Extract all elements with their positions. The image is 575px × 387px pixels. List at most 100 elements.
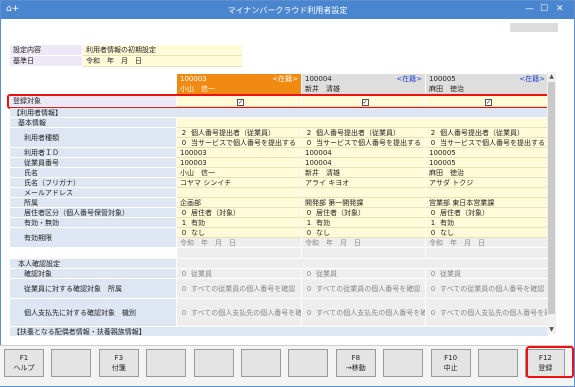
dept-cell[interactable]: 開発部 第一開発課 xyxy=(302,198,425,208)
function-key-7[interactable] xyxy=(288,349,329,377)
user-type-submit-cell[interactable]: 0 当サービスで個人番号を提出する xyxy=(426,138,548,148)
valid-period-date-cell[interactable]: 令和 年 月 日 xyxy=(177,238,301,248)
code: 0 xyxy=(306,270,312,278)
confirm-dept-cell[interactable]: 0 すべての従業員の個人番号を確認 xyxy=(302,279,425,299)
highlight-frame xyxy=(7,94,551,109)
user-id-cell[interactable]: 100003 xyxy=(177,148,301,158)
function-key-1[interactable]: F1 ヘルプ xyxy=(4,349,44,377)
status-link[interactable]: <在籍> xyxy=(396,74,422,84)
code: 0 xyxy=(181,285,187,293)
valid-cell[interactable]: 1 有効 xyxy=(426,218,548,228)
scroll-thumb[interactable] xyxy=(548,82,555,314)
name-kana-cell[interactable]: アサダ トクジ xyxy=(426,178,548,188)
vertical-scrollbar[interactable]: ▲ ▼ xyxy=(547,72,556,334)
confirm-dept-cell[interactable]: 0 すべての従業員の個人番号を確認 xyxy=(426,279,548,299)
code-text: 居住者（対象） xyxy=(316,209,365,217)
valid-period-flag-cell[interactable]: 0 なし xyxy=(177,228,301,238)
function-key-5[interactable] xyxy=(193,349,234,377)
code-text: すべての従業員の個人番号を確認 xyxy=(316,285,421,293)
blank-cell[interactable] xyxy=(302,248,425,259)
user-type-cell[interactable]: 2 個人番号提出者（従業員） xyxy=(302,128,425,138)
confirm-individual-cell[interactable]: 0 すべての個人支払先の個人番号を確 xyxy=(426,299,548,327)
valid-period-label: 有効期限 xyxy=(10,228,176,248)
status-link[interactable]: <在籍> xyxy=(272,74,298,84)
column-header-1[interactable]: 100003 <在籍> xyxy=(177,74,301,84)
residence-cell[interactable]: 0 居住者（対象） xyxy=(177,208,301,218)
confirm-target-cell[interactable]: 0 従業員 xyxy=(426,269,548,279)
confirm-individual-cell[interactable]: 0 すべての個人支払先の個人番号を確 xyxy=(177,299,301,327)
status-link[interactable]: <在籍> xyxy=(519,74,545,84)
code-text: 当サービスで個人番号を提出する xyxy=(191,139,296,147)
confirm-target-label: 確認対象 xyxy=(10,269,176,279)
function-key-2[interactable] xyxy=(51,349,92,377)
user-type-label: 利用者種類 xyxy=(10,128,176,148)
minimize-button[interactable]: — xyxy=(525,4,534,14)
column-header-3[interactable]: 100005 <在籍> xyxy=(426,74,548,84)
valid-period-date-cell[interactable]: 令和 年 月 日 xyxy=(426,238,548,248)
key-name: F8 xyxy=(351,354,361,362)
function-key-8[interactable]: F8 →移動 xyxy=(335,349,376,377)
confirm-target-cell[interactable]: 0 従業員 xyxy=(302,269,425,279)
confirm-dept-cell[interactable]: 0 すべての従業員の個人番号を確認 xyxy=(177,279,301,299)
email-cell[interactable] xyxy=(302,188,425,198)
user-id-cell[interactable]: 100004 xyxy=(302,148,425,158)
email-cell[interactable] xyxy=(426,188,548,198)
code-text: すべての個人支払先の個人番号を確 xyxy=(191,309,301,317)
employee-no-cell[interactable]: 100004 xyxy=(302,158,425,168)
valid-cell[interactable]: 1 有効 xyxy=(177,218,301,228)
code-text: 個人番号提出者（従業員） xyxy=(440,129,524,137)
app-window: ⌂+ マイナンバークラウド利用者設定 — ☐ ✕ 設定内容 利用者情報の初期設定… xyxy=(0,0,575,387)
blank-cell[interactable] xyxy=(426,248,548,259)
residence-cell[interactable]: 0 居住者（対象） xyxy=(302,208,425,218)
base-date-field[interactable]: 令和 年 月 日 xyxy=(83,56,242,67)
code-text: 有効 xyxy=(191,219,205,227)
confirm-individual-cell[interactable]: 0 すべての個人支払先の個人番号を確 xyxy=(302,299,425,327)
settings-value: 利用者情報の初期設定 xyxy=(83,45,242,56)
valid-cell[interactable]: 1 有効 xyxy=(302,218,425,228)
close-button[interactable]: ✕ xyxy=(556,4,564,14)
code-text: なし xyxy=(440,229,454,237)
user-type-cell[interactable]: 2 個人番号提出者（従業員） xyxy=(426,128,548,138)
user-id-cell[interactable]: 100005 xyxy=(426,148,548,158)
user-type-submit-cell[interactable]: 0 当サービスで個人番号を提出する xyxy=(177,138,301,148)
function-key-9[interactable] xyxy=(383,349,424,377)
blank-cell[interactable] xyxy=(177,248,301,259)
employee-no-cell[interactable]: 100003 xyxy=(177,158,301,168)
maximize-button[interactable]: ☐ xyxy=(540,4,548,14)
code-text: 当サービスで個人番号を提出する xyxy=(316,139,421,147)
valid-period-date-cell[interactable]: 令和 年 月 日 xyxy=(302,238,425,248)
email-cell[interactable] xyxy=(177,188,301,198)
name-cell[interactable]: 麻田 徳治 xyxy=(426,168,548,178)
user-id-label: 利用者ＩＤ xyxy=(10,148,176,158)
column-header-2[interactable]: 100004 <在籍> xyxy=(302,74,425,84)
employee-no-cell[interactable]: 100005 xyxy=(426,158,548,168)
name-cell[interactable]: 新井 清雄 xyxy=(302,168,425,178)
scroll-down-icon[interactable]: ▼ xyxy=(547,326,556,333)
confirm-target-cell[interactable]: 0 従業員 xyxy=(177,269,301,279)
dept-cell[interactable]: 営業部 東日本営業課 xyxy=(426,198,548,208)
identity-label: 本人確認設定 xyxy=(10,259,176,269)
valid-period-flag-cell[interactable]: 0 なし xyxy=(426,228,548,238)
name-label: 氏名 xyxy=(10,168,176,178)
residence-cell[interactable]: 0 居住者（対象） xyxy=(426,208,548,218)
function-key-6[interactable] xyxy=(241,349,281,377)
name-kana-cell[interactable]: コヤマ シンイチ xyxy=(177,178,301,188)
function-key-11[interactable] xyxy=(478,349,518,377)
code-text: すべての個人支払先の個人番号を確 xyxy=(316,309,425,317)
code: 0 xyxy=(181,209,187,217)
valid-period-flag-cell[interactable]: 0 なし xyxy=(302,228,425,238)
user-type-cell[interactable]: 2 個人番号提出者（従業員） xyxy=(177,128,301,138)
key-label: 付箋 xyxy=(111,364,126,372)
code: 1 xyxy=(306,219,312,227)
function-key-3[interactable]: F3 付箋 xyxy=(98,349,139,377)
user-info-box xyxy=(510,23,558,32)
function-key-10[interactable]: F10 中止 xyxy=(430,349,471,377)
scroll-up-icon[interactable]: ▲ xyxy=(547,73,556,80)
code: 0 xyxy=(306,285,312,293)
column-header-name-2: 新井 清雄 xyxy=(302,84,425,94)
dept-cell[interactable]: 企画部 xyxy=(177,198,301,208)
name-cell[interactable]: 小山 信一 xyxy=(177,168,301,178)
function-key-4[interactable] xyxy=(146,349,187,377)
name-kana-cell[interactable]: アライ キヨオ xyxy=(302,178,425,188)
user-type-submit-cell[interactable]: 0 当サービスで個人番号を提出する xyxy=(302,138,425,148)
